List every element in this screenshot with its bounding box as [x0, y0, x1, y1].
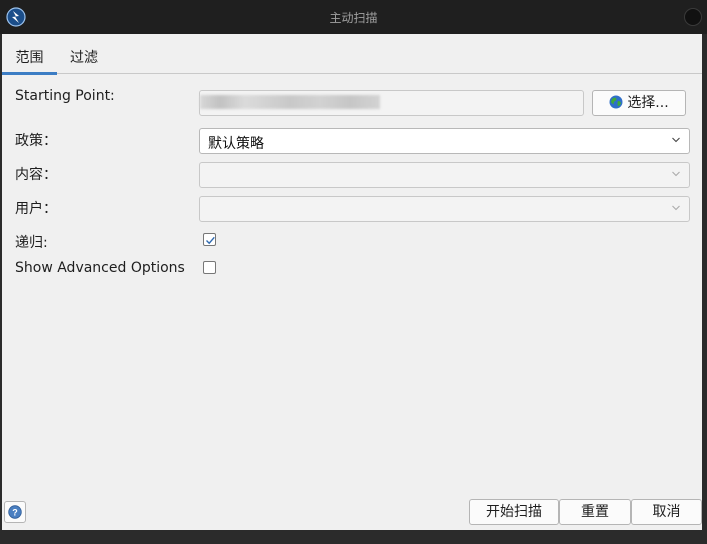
recurse-label: 递归:	[15, 235, 48, 251]
window-close-button[interactable]	[684, 8, 702, 26]
check-icon	[206, 236, 215, 245]
tab-filter[interactable]: 过滤	[64, 47, 104, 73]
advanced-options-label: Show Advanced Options	[15, 260, 185, 276]
policy-value: 默认策略	[208, 136, 264, 152]
chevron-down-icon	[672, 205, 680, 211]
user-label: 用户：	[15, 201, 57, 217]
tab-bar: 范围 过滤	[2, 34, 702, 75]
help-button[interactable]: ?	[4, 501, 26, 523]
dialog-body: 范围 过滤 Starting Point: 选择... 政策： 默认策略 内容：…	[2, 34, 702, 530]
chevron-down-icon	[672, 171, 680, 177]
svg-text:?: ?	[12, 507, 18, 517]
recurse-checkbox[interactable]	[203, 233, 216, 246]
globe-icon	[609, 95, 623, 109]
advanced-options-checkbox[interactable]	[203, 261, 216, 274]
policy-label: 政策：	[15, 133, 57, 149]
context-label: 内容：	[15, 167, 57, 183]
redacted-value	[200, 95, 380, 109]
help-icon: ?	[8, 505, 22, 519]
select-button-label: 选择...	[627, 95, 669, 111]
window-title: 主动扫描	[329, 11, 378, 25]
policy-select[interactable]: 默认策略	[199, 128, 690, 154]
starting-point-label: Starting Point:	[15, 88, 115, 104]
reset-button[interactable]: 重置	[559, 499, 631, 525]
starting-point-field[interactable]	[199, 90, 584, 116]
tab-scope-label: 范围	[15, 50, 44, 66]
select-button[interactable]: 选择...	[592, 90, 686, 116]
user-select[interactable]	[199, 196, 690, 222]
title-bar: 主动扫描	[0, 0, 707, 34]
start-scan-button[interactable]: 开始扫描	[469, 499, 559, 525]
chevron-down-icon	[672, 137, 680, 143]
window-frame-bottom	[0, 530, 707, 544]
tab-scope[interactable]: 范围	[2, 47, 57, 75]
context-select[interactable]	[199, 162, 690, 188]
tab-filter-label: 过滤	[70, 50, 98, 66]
cancel-button[interactable]: 取消	[631, 499, 702, 525]
